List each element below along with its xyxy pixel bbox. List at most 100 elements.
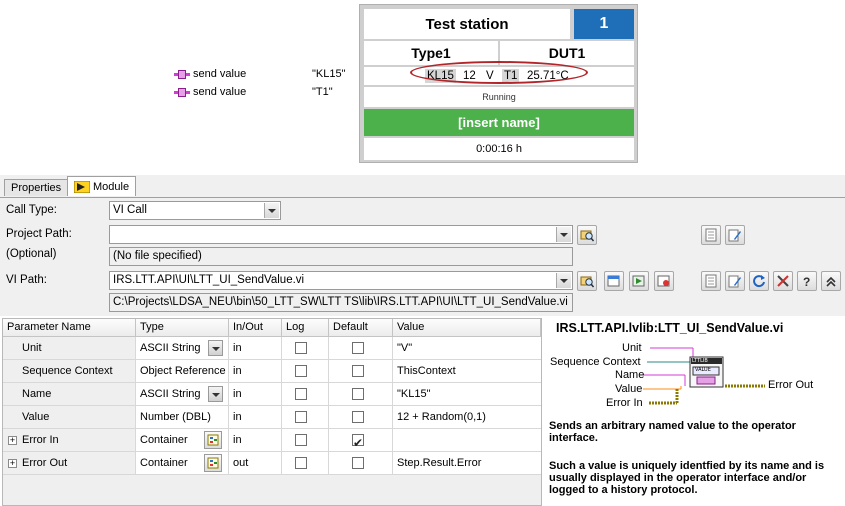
call-type-value: VI Call: [113, 204, 147, 216]
run-vi-button[interactable]: [629, 271, 649, 291]
log-checkbox[interactable]: [295, 365, 307, 377]
param-name-cell: Name: [3, 383, 136, 406]
project-path-label: Project Path:: [6, 228, 72, 240]
vi-icon-label: VALUE: [695, 367, 711, 373]
default-checkbox[interactable]: [352, 342, 364, 354]
param-log-cell: [282, 383, 329, 406]
browse-project-button[interactable]: [577, 225, 597, 245]
conn-error-out: Error Out: [768, 379, 814, 391]
param-type-cell[interactable]: Container: [136, 429, 229, 452]
param-type-cell[interactable]: ASCII String: [136, 337, 229, 360]
col-header-name[interactable]: Parameter Name: [3, 319, 136, 337]
col-header-log[interactable]: Log: [282, 319, 329, 337]
station-name-banner: [insert name]: [364, 109, 634, 136]
station-title: Test station: [364, 9, 570, 39]
refresh-icon: [753, 275, 765, 288]
optional-label: (Optional): [6, 248, 57, 260]
param-value[interactable]: "KL15": [393, 383, 541, 406]
table-row[interactable]: + Error Out Container out Step.Result.Error: [3, 452, 541, 475]
table-row[interactable]: Value Number (DBL) in 12 + Random(0,1): [3, 406, 541, 429]
chevron-down-icon[interactable]: [208, 340, 223, 356]
sequence-step-kl15[interactable]: send value: [174, 68, 246, 80]
param-type-cell[interactable]: Number (DBL): [136, 406, 229, 429]
param-type-cell[interactable]: ASCII String: [136, 383, 229, 406]
param-log-cell: [282, 452, 329, 475]
step-value: "T1": [312, 86, 333, 98]
project-options-button[interactable]: [701, 225, 721, 245]
tab-properties[interactable]: Properties: [4, 179, 69, 196]
table-row[interactable]: Name ASCII String in "KL15": [3, 383, 541, 406]
reload-button[interactable]: [749, 271, 769, 291]
vi-call-icon: [174, 87, 190, 97]
param-value[interactable]: "V": [393, 337, 541, 360]
col-header-inout[interactable]: In/Out: [229, 319, 282, 337]
svg-text:?: ?: [803, 275, 810, 288]
vi-properties-button[interactable]: [701, 271, 721, 291]
browse-vi-button[interactable]: [577, 271, 597, 291]
vi-path-select[interactable]: IRS.LTT.API\UI\LTT_UI_SendValue.vi: [109, 271, 573, 290]
default-checkbox[interactable]: [352, 411, 364, 423]
chevron-down-icon[interactable]: [556, 227, 571, 242]
collapse-button[interactable]: [821, 271, 841, 291]
conn-error-in: Error In: [606, 397, 643, 409]
open-vi-button[interactable]: [604, 271, 624, 291]
station-status: Running: [364, 87, 634, 107]
vi-icon-top: LTTLIB: [692, 358, 708, 364]
param-value[interactable]: Step.Result.Error: [393, 452, 541, 475]
expand-icon[interactable]: +: [8, 459, 17, 468]
col-header-type[interactable]: Type: [136, 319, 229, 337]
breakpoint-vi-button[interactable]: [654, 271, 674, 291]
table-row[interactable]: + Error In Container in: [3, 429, 541, 452]
param-inout: out: [229, 452, 282, 475]
param-log-cell: [282, 429, 329, 452]
param-default-cell: [329, 383, 393, 406]
default-checkbox[interactable]: [352, 457, 364, 469]
param-type-cell[interactable]: Container: [136, 452, 229, 475]
expand-icon[interactable]: +: [8, 436, 17, 445]
cluster-icon[interactable]: [204, 454, 222, 472]
vi-edit-button[interactable]: [725, 271, 745, 291]
chevron-down-icon[interactable]: [556, 273, 571, 288]
col-header-value[interactable]: Value: [393, 319, 541, 337]
help-paragraph-1: Sends an arbitrary named value to the op…: [549, 420, 796, 444]
step-label: send value: [193, 86, 247, 98]
default-checkbox[interactable]: [352, 365, 364, 377]
properties-icon: [705, 228, 717, 242]
conn-value: Value: [615, 383, 643, 395]
edit-icon: [728, 275, 741, 288]
log-checkbox[interactable]: [295, 342, 307, 354]
tab-module[interactable]: Module: [67, 176, 137, 196]
log-checkbox[interactable]: [295, 434, 307, 446]
cluster-icon[interactable]: [204, 431, 222, 449]
log-checkbox[interactable]: [295, 457, 307, 469]
sequence-step-t1[interactable]: send value: [174, 86, 246, 98]
param-name-cell: Sequence Context: [3, 360, 136, 383]
table-row[interactable]: Sequence Context Object Reference in ThisCo…: [3, 360, 541, 383]
project-edit-button[interactable]: [725, 225, 745, 245]
call-type-select[interactable]: VI Call: [109, 201, 281, 220]
default-checkbox[interactable]: [352, 388, 364, 400]
open-window-icon: [607, 275, 620, 287]
param-value[interactable]: ThisContext: [393, 360, 541, 383]
project-path-select[interactable]: [109, 225, 573, 244]
param-name: Value: [22, 411, 50, 423]
tab-bar: Properties Module: [0, 175, 845, 198]
conn-unit: Unit: [622, 342, 642, 354]
tab-label: Module: [93, 180, 130, 193]
col-header-default[interactable]: Default: [329, 319, 393, 337]
help-button[interactable]: ?: [797, 271, 817, 291]
param-value[interactable]: [393, 429, 541, 452]
table-row[interactable]: Unit ASCII String in "V": [3, 337, 541, 360]
tools-button[interactable]: [773, 271, 793, 291]
param-name-cell: + Error Out: [3, 452, 136, 475]
param-type-cell[interactable]: Object Reference: [136, 360, 229, 383]
default-checkbox[interactable]: [352, 432, 364, 451]
param-value[interactable]: 12 + Random(0,1): [393, 406, 541, 429]
chevron-down-icon[interactable]: [264, 203, 279, 218]
help-icon: ?: [803, 275, 810, 288]
log-checkbox[interactable]: [295, 411, 307, 423]
log-checkbox[interactable]: [295, 388, 307, 400]
param-inout: in: [229, 337, 282, 360]
station-number: 1: [574, 9, 634, 39]
chevron-down-icon[interactable]: [208, 386, 223, 402]
